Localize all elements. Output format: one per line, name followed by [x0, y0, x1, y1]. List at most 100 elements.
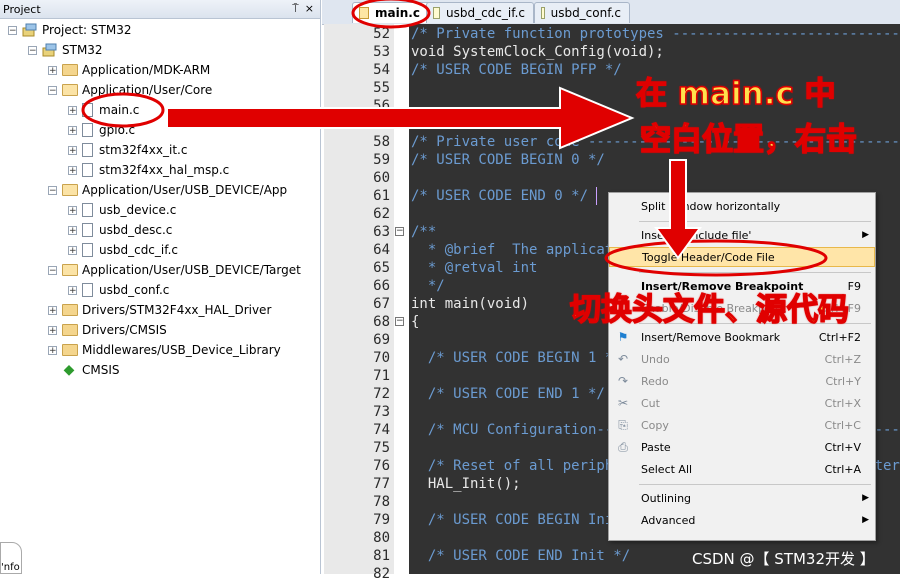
folder-icon	[62, 304, 78, 316]
tree-item-label: Middlewares/USB_Device_Library	[82, 343, 281, 357]
tree-item[interactable]: − STM32	[28, 40, 103, 60]
tree-item[interactable]: + stm32f4xx_hal_msp.c	[68, 160, 229, 180]
line-number: 82	[373, 566, 390, 582]
file-icon	[82, 123, 93, 137]
tree-expander-icon[interactable]: +	[48, 65, 57, 75]
tree-item[interactable]: + usbd_desc.c	[68, 220, 172, 240]
tree-item[interactable]: − Application/User/USB_DEVICE/App	[48, 180, 287, 200]
tree-expander-icon[interactable]: +	[68, 145, 77, 155]
tab-usbd-conf-c[interactable]: usbd_conf.c	[534, 2, 630, 23]
tree-item-label: stm32f4xx_it.c	[99, 143, 188, 157]
tree-expander-icon[interactable]: +	[68, 225, 77, 235]
tab-usbd-cdc-if-c[interactable]: usbd_cdc_if.c	[426, 2, 534, 23]
menu-item-shortcut: Ctrl+Y	[825, 374, 861, 388]
tree-expander-icon[interactable]: +	[68, 205, 77, 215]
tree-item[interactable]: + Middlewares/USB_Device_Library	[48, 340, 281, 360]
tree-item[interactable]: ◆ CMSIS	[48, 360, 120, 380]
tree-expander-icon[interactable]: +	[48, 345, 57, 355]
tree-item[interactable]: + usbd_cdc_if.c	[68, 240, 178, 260]
file-icon	[82, 223, 93, 237]
code-line[interactable]: /* USER CODE BEGIN PFP */	[411, 61, 622, 79]
tree-item[interactable]: + Application/MDK-ARM	[48, 60, 210, 80]
tree-expander-icon[interactable]: +	[48, 325, 57, 335]
line-number: 61	[373, 188, 390, 204]
code-line[interactable]: /* USER CODE BEGIN 1 */	[411, 349, 622, 367]
code-line[interactable]: void SystemClock_Config(void);	[411, 43, 664, 61]
fold-toggle-icon[interactable]: −	[395, 227, 404, 236]
tree-expander-icon[interactable]: −	[48, 265, 57, 275]
tree-item[interactable]: − Project: STM32	[8, 20, 131, 40]
annotation-text-1: 在 main.c 中	[635, 75, 836, 113]
menu-item[interactable]: Split Window horizontally	[609, 196, 875, 216]
menu-item[interactable]: Advanced ▶	[609, 510, 875, 530]
code-line[interactable]: /* USER CODE END Init */	[411, 547, 630, 565]
line-number: 67	[373, 296, 390, 312]
tree-item[interactable]: + gpio.c	[68, 120, 135, 140]
tree-item[interactable]: + stm32f4xx_it.c	[68, 140, 187, 160]
code-line[interactable]: */	[411, 277, 445, 295]
submenu-arrow-icon: ▶	[862, 515, 869, 525]
line-number: 60	[373, 170, 390, 186]
close-icon[interactable]: ×	[305, 2, 314, 16]
tree-item[interactable]: − Application/User/USB_DEVICE/Target	[48, 260, 301, 280]
tree-expander-icon[interactable]: −	[48, 85, 57, 95]
tree-expander-icon[interactable]: +	[68, 245, 77, 255]
code-line[interactable]: /* Private function prototypes ---------…	[411, 25, 900, 43]
tree-item[interactable]: + usb_device.c	[68, 200, 176, 220]
tree-item-label: Application/MDK-ARM	[82, 63, 211, 77]
tree-item[interactable]: + Drivers/STM32F4xx_HAL_Driver	[48, 300, 271, 320]
submenu-arrow-icon: ▶	[862, 230, 869, 240]
tree-expander-icon[interactable]: +	[68, 165, 77, 175]
menu-separator	[639, 484, 871, 485]
menu-item[interactable]: ⎘ Copy Ctrl+C	[609, 415, 875, 435]
tree-item-label: usb_device.c	[99, 203, 177, 217]
pin-icon[interactable]: ⍑	[292, 2, 299, 16]
code-line[interactable]: * @retval int	[411, 259, 538, 277]
tree-expander-icon[interactable]: −	[8, 25, 17, 35]
tree-item[interactable]: + Drivers/CMSIS	[48, 320, 167, 340]
tree-expander-icon[interactable]: +	[48, 305, 57, 315]
component-icon: ◆	[63, 362, 75, 378]
menu-item[interactable]: Select All Ctrl+A	[609, 459, 875, 479]
menu-item[interactable]: ↶ Undo Ctrl+Z	[609, 349, 875, 369]
tree-item[interactable]: + main.c	[68, 100, 139, 120]
tree-item-label: main.c	[99, 103, 140, 117]
fold-toggle-icon[interactable]: −	[395, 317, 404, 326]
menu-item[interactable]: ⎙ Paste Ctrl+V	[609, 437, 875, 457]
tree-item-label: CMSIS	[82, 363, 120, 377]
tree-item[interactable]: + usbd_conf.c	[68, 280, 169, 300]
code-line[interactable]: /* USER CODE END 1 */	[411, 385, 605, 403]
tree-item-label: Drivers/STM32F4xx_HAL_Driver	[82, 303, 272, 317]
tree-item-label: Application/User/USB_DEVICE/Target	[82, 263, 301, 277]
menu-item[interactable]: Toggle Header/Code File	[609, 247, 875, 267]
code-line[interactable]: /**	[411, 223, 436, 241]
tab-label: main.c	[375, 6, 420, 20]
tree-expander-icon[interactable]: −	[28, 45, 37, 55]
tree-expander-icon[interactable]: −	[48, 185, 57, 195]
tree-item[interactable]: − Application/User/Core	[48, 80, 212, 100]
menu-item[interactable]: ✂ Cut Ctrl+X	[609, 393, 875, 413]
menu-separator	[639, 221, 871, 222]
project-icon	[22, 23, 38, 37]
menu-item[interactable]: ↷ Redo Ctrl+Y	[609, 371, 875, 391]
tree-expander-icon[interactable]: +	[68, 105, 77, 115]
line-number: 65	[373, 260, 390, 276]
tree-expander-icon[interactable]: +	[68, 125, 77, 135]
code-line[interactable]: int main(void)	[411, 295, 529, 313]
line-number: 56	[373, 98, 390, 114]
code-line[interactable]: HAL_Init();	[411, 475, 521, 493]
code-line[interactable]: /* USER CODE BEGIN 0 */	[411, 151, 605, 169]
fold-column: − −	[394, 24, 409, 574]
code-line[interactable]: {	[411, 313, 419, 331]
menu-item[interactable]: Insert '#include file' ▶	[609, 225, 875, 245]
tree-expander-icon[interactable]: +	[68, 285, 77, 295]
code-line[interactable]: /* USER CODE END 0 */	[411, 187, 588, 205]
menu-item-label: Toggle Header/Code File	[642, 250, 775, 264]
folder-open-icon	[62, 264, 78, 276]
menu-item[interactable]: Outlining ▶	[609, 488, 875, 508]
folder-open-icon	[62, 184, 78, 196]
menu-item-label: Advanced	[641, 513, 696, 527]
line-number: 74	[373, 422, 390, 438]
line-number: 81	[373, 548, 390, 564]
menu-item[interactable]: ⚑ Insert/Remove Bookmark Ctrl+F2	[609, 327, 875, 347]
